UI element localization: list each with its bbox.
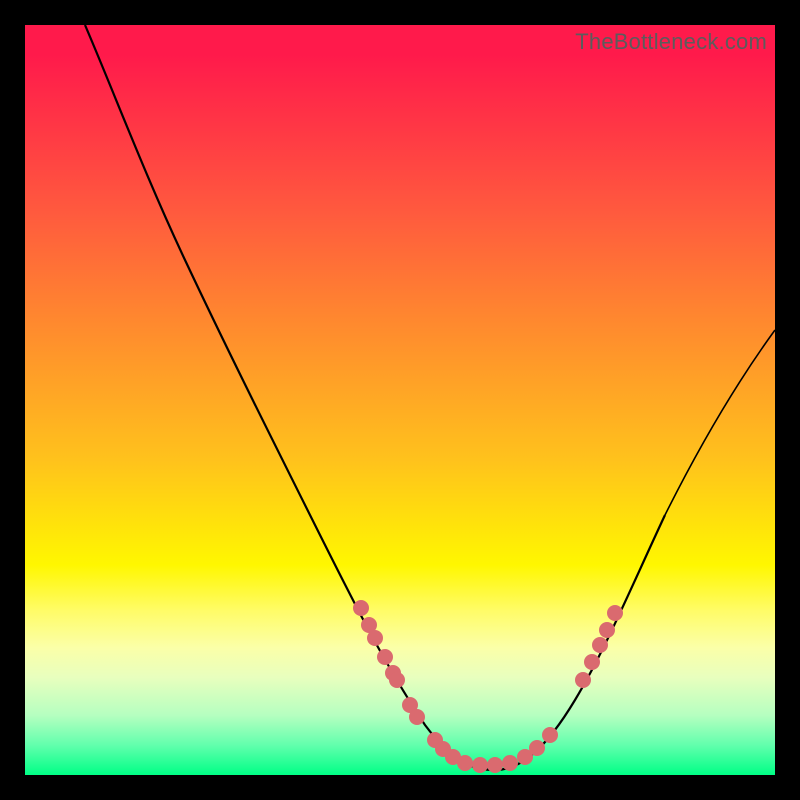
curve-dot	[472, 757, 488, 773]
curve-dot	[353, 600, 369, 616]
curve-dot	[502, 755, 518, 771]
curve-dot	[529, 740, 545, 756]
curve-dot	[367, 630, 383, 646]
curve-dot	[542, 727, 558, 743]
curve-dot	[487, 757, 503, 773]
bottleneck-curve-left	[85, 25, 495, 770]
watermark-text: TheBottleneck.com	[575, 29, 767, 55]
curve-dot	[389, 672, 405, 688]
curve-dot	[584, 654, 600, 670]
curve-dot	[607, 605, 623, 621]
curve-dot	[575, 672, 591, 688]
curve-dot	[599, 622, 615, 638]
chart-svg	[25, 25, 775, 775]
curve-dot	[409, 709, 425, 725]
curve-dot	[377, 649, 393, 665]
bottleneck-curve-right-lower	[495, 515, 665, 770]
bottleneck-curve-right-upper	[665, 330, 775, 515]
chart-area: TheBottleneck.com	[25, 25, 775, 775]
curve-dots	[353, 600, 623, 773]
curve-dot	[457, 755, 473, 771]
curve-dot	[592, 637, 608, 653]
